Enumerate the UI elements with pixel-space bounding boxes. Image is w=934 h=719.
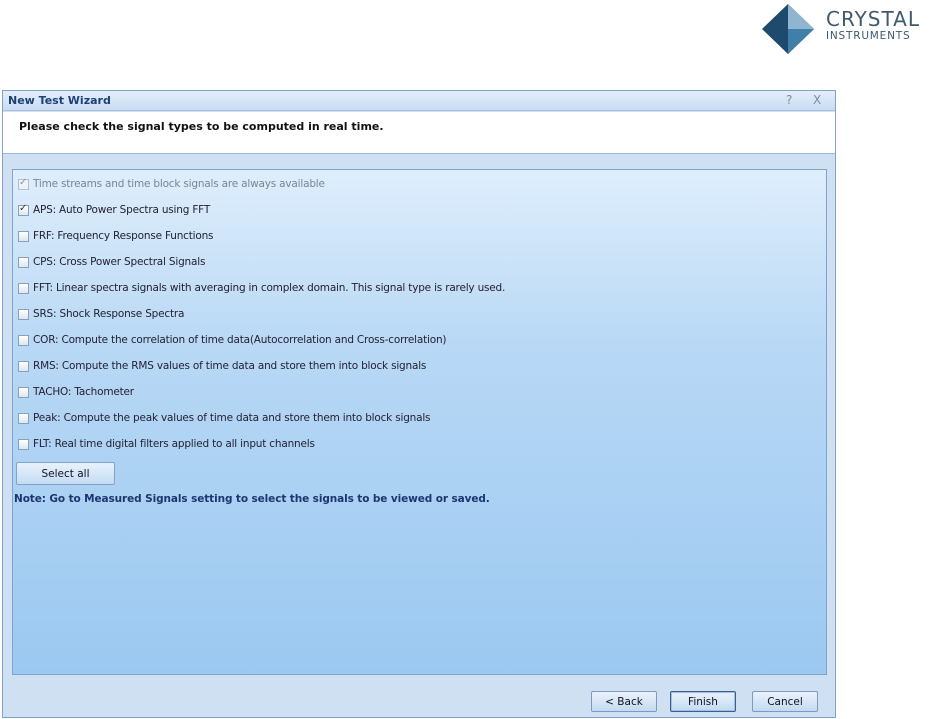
close-button[interactable]: X (813, 93, 829, 107)
signal-row[interactable]: FLT: Real time digital filters applied t… (18, 436, 315, 452)
signal-label: TACHO: Tachometer (33, 386, 134, 398)
signal-row[interactable]: APS: Auto Power Spectra using FFT (18, 202, 210, 218)
cancel-button[interactable]: Cancel (752, 691, 818, 712)
signal-label: Peak: Compute the peak values of time da… (33, 412, 431, 424)
checkbox-flt[interactable] (18, 438, 29, 450)
checkbox-cps[interactable] (18, 256, 29, 268)
checkbox-fft[interactable] (18, 282, 29, 294)
checkbox-rms[interactable] (18, 360, 29, 372)
checkbox-time-streams[interactable] (18, 177, 29, 190)
signal-label: APS: Auto Power Spectra using FFT (33, 204, 211, 216)
note-text: Note: Go to Measured Signals setting to … (14, 493, 490, 505)
back-button[interactable]: < Back (591, 691, 657, 712)
signal-row[interactable]: COR: Compute the correlation of time dat… (18, 332, 447, 348)
signal-label: COR: Compute the correlation of time dat… (33, 334, 447, 346)
logo-wordmark: CRYSTAL INSTRUMENTS (826, 8, 920, 42)
crystal-instruments-logo: CRYSTAL INSTRUMENTS (760, 2, 932, 56)
signal-row[interactable]: SRS: Shock Response Spectra (18, 306, 184, 322)
signal-row[interactable]: RMS: Compute the RMS values of time data… (18, 358, 426, 374)
signal-row[interactable]: Peak: Compute the peak values of time da… (18, 410, 431, 426)
checkbox-aps[interactable] (18, 203, 29, 216)
signal-row[interactable]: TACHO: Tachometer (18, 384, 134, 400)
checkbox-frf[interactable] (18, 230, 29, 242)
signal-label: FLT: Real time digital filters applied t… (33, 438, 315, 450)
finish-button[interactable]: Finish (670, 691, 736, 712)
checkbox-srs[interactable] (18, 308, 29, 320)
signal-row[interactable]: Time streams and time block signals are … (18, 176, 325, 192)
signal-row[interactable]: CPS: Cross Power Spectral Signals (18, 254, 205, 270)
signal-label: FRF: Frequency Response Functions (33, 230, 214, 242)
logo-line-2: INSTRUMENTS (826, 30, 911, 42)
select-all-button[interactable]: Select all (16, 462, 115, 485)
header-instruction: Please check the signal types to be comp… (19, 120, 384, 133)
dialog-title: New Test Wizard (8, 94, 111, 107)
signal-label: FFT: Linear spectra signals with averagi… (33, 282, 506, 294)
dialog-footer: < Back Finish Cancel (3, 687, 835, 717)
new-test-wizard-dialog: New Test Wizard ? X Please check the sig… (2, 90, 836, 718)
signal-label: Time streams and time block signals are … (33, 178, 325, 190)
signal-label: RMS: Compute the RMS values of time data… (33, 360, 427, 372)
checkbox-peak[interactable] (18, 412, 29, 424)
signal-types-panel: Time streams and time block signals are … (12, 169, 827, 675)
signal-label: CPS: Cross Power Spectral Signals (33, 256, 206, 268)
logo-diamond-icon (762, 4, 814, 54)
dialog-header: Please check the signal types to be comp… (3, 112, 835, 154)
checkbox-tacho[interactable] (18, 386, 29, 398)
signal-row[interactable]: FRF: Frequency Response Functions (18, 228, 214, 244)
dialog-titlebar: New Test Wizard ? X (3, 91, 835, 111)
help-button[interactable]: ? (785, 93, 801, 107)
logo-line-1: CRYSTAL (826, 7, 920, 31)
signal-row[interactable]: FFT: Linear spectra signals with averagi… (18, 280, 505, 296)
titlebar-buttons: ? X (785, 93, 829, 107)
signal-label: SRS: Shock Response Spectra (33, 308, 185, 320)
checkbox-cor[interactable] (18, 334, 29, 346)
